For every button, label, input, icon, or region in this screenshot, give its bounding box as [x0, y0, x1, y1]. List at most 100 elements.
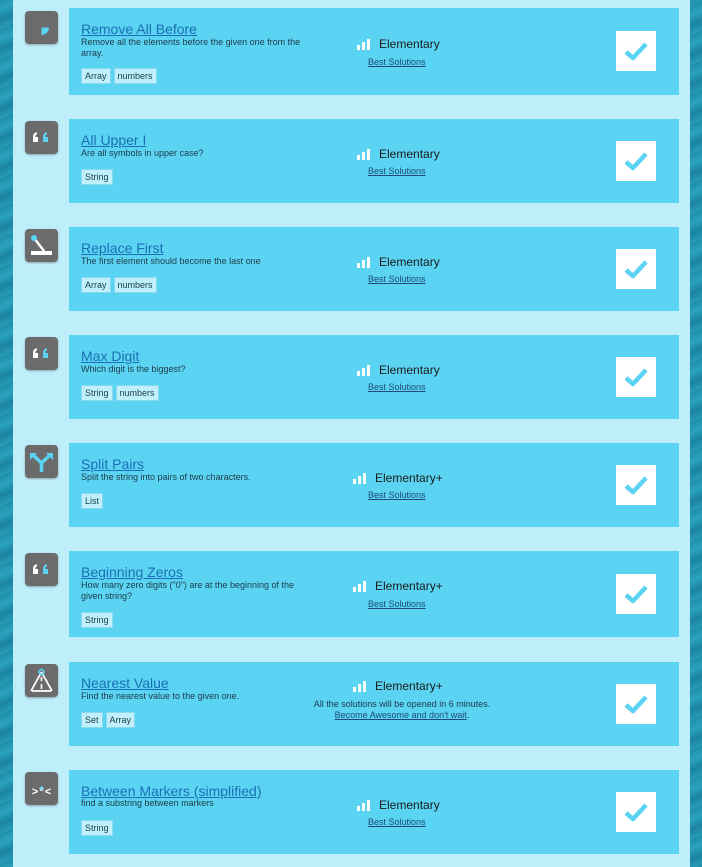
mission-card: Max Digit Which digit is the biggest? St… — [69, 335, 679, 419]
mission-title-link[interactable]: Replace First — [81, 240, 163, 256]
checkmark-icon — [624, 260, 648, 279]
quote-icon — [25, 337, 58, 370]
best-solutions-link[interactable]: Best Solutions — [368, 274, 426, 284]
tag-list: String — [81, 169, 113, 185]
tag-list: List — [81, 493, 104, 509]
tag[interactable]: Array — [81, 277, 111, 293]
tag-list: String numbers — [81, 385, 159, 401]
difficulty-level: Elementary+ — [353, 579, 443, 593]
solved-checkbox[interactable] — [616, 357, 656, 397]
tag-list: String — [81, 820, 113, 836]
mission-title-link[interactable]: Between Markers (simplified) — [81, 783, 262, 799]
solved-checkbox[interactable] — [616, 249, 656, 289]
mission-description: find a substring between markers — [81, 798, 214, 808]
difficulty-bars-icon — [353, 680, 366, 692]
solved-checkbox[interactable] — [616, 792, 656, 832]
difficulty-label: Elementary — [379, 255, 440, 269]
tag[interactable]: List — [81, 493, 104, 509]
best-solutions-link[interactable]: Best Solutions — [368, 599, 426, 609]
quote-icon — [25, 553, 58, 586]
checkmark-icon — [624, 368, 648, 387]
solved-checkbox[interactable] — [616, 465, 656, 505]
difficulty-label: Elementary — [379, 37, 440, 51]
mission-title-link[interactable]: Beginning Zeros — [81, 564, 183, 580]
tag-list: Array numbers — [81, 68, 157, 84]
solutions-notice: All the solutions will be opened in 6 mi… — [311, 699, 493, 721]
checkmark-icon — [624, 42, 648, 61]
difficulty-label: Elementary — [379, 798, 440, 812]
tag[interactable]: Array — [81, 68, 111, 84]
difficulty-level: Elementary — [357, 798, 440, 812]
solved-checkbox[interactable] — [616, 31, 656, 71]
best-solutions-link[interactable]: Best Solutions — [368, 166, 426, 176]
mission-description: Are all symbols in upper case? — [81, 148, 204, 158]
best-solutions-link[interactable]: Best Solutions — [368, 490, 426, 500]
mission-list: Remove All Before Remove all the element… — [13, 0, 690, 867]
checkmark-icon — [624, 695, 648, 714]
difficulty-label: Elementary+ — [375, 679, 443, 693]
difficulty-label: Elementary+ — [375, 471, 443, 485]
mission-title-link[interactable]: All Upper I — [81, 132, 146, 148]
difficulty-label: Elementary — [379, 147, 440, 161]
mission-description: Split the string into pairs of two chara… — [81, 472, 251, 482]
difficulty-level: Elementary — [357, 147, 440, 161]
lever-icon — [25, 229, 58, 262]
tag[interactable]: String — [81, 820, 113, 836]
difficulty-level: Elementary — [357, 363, 440, 377]
tag[interactable]: numbers — [113, 68, 157, 84]
checkmark-icon — [624, 476, 648, 495]
checkmark-icon — [624, 585, 648, 604]
mission-title-link[interactable]: Split Pairs — [81, 456, 144, 472]
mission-description: The first element should become the last… — [81, 256, 261, 266]
tag[interactable]: String — [81, 612, 113, 628]
tag-list: Array numbers — [81, 277, 157, 293]
difficulty-bars-icon — [357, 38, 370, 50]
mission-description: Which digit is the biggest? — [81, 364, 186, 374]
tag[interactable]: String — [81, 385, 113, 401]
mission-card: All Upper I Are all symbols in upper cas… — [69, 119, 679, 203]
tag-list: String — [81, 612, 113, 628]
mission-card: Between Markers (simplified) find a subs… — [69, 770, 679, 854]
fork-arrow-icon — [25, 445, 58, 478]
mission-title-link[interactable]: Max Digit — [81, 348, 139, 364]
solved-checkbox[interactable] — [616, 574, 656, 614]
become-awesome-link[interactable]: Become Awesome and don't wait — [335, 710, 467, 720]
best-solutions-link[interactable]: Best Solutions — [368, 57, 426, 67]
difficulty-level: Elementary+ — [353, 471, 443, 485]
tag[interactable]: Set — [81, 712, 103, 728]
difficulty-bars-icon — [353, 580, 366, 592]
difficulty-bars-icon — [357, 256, 370, 268]
mission-description: Remove all the elements before the given… — [81, 37, 301, 58]
difficulty-bars-icon — [357, 799, 370, 811]
checkmark-icon — [624, 803, 648, 822]
mission-title-link[interactable]: Nearest Value — [81, 675, 169, 691]
solved-checkbox[interactable] — [616, 141, 656, 181]
tag[interactable]: numbers — [115, 385, 159, 401]
tag-list: Set Array — [81, 712, 136, 728]
svg-text:*: * — [32, 786, 52, 798]
difficulty-bars-icon — [357, 364, 370, 376]
mission-card: Remove All Before Remove all the element… — [69, 8, 679, 95]
mission-card: Beginning Zeros How many zero digits ("0… — [69, 551, 679, 637]
markers-icon: >*< * — [25, 772, 58, 805]
mission-card: Replace First The first element should b… — [69, 227, 679, 311]
best-solutions-link[interactable]: Best Solutions — [368, 382, 426, 392]
pacman-icon — [25, 11, 58, 44]
mission-card: Split Pairs Split the string into pairs … — [69, 443, 679, 527]
difficulty-level: Elementary+ — [353, 679, 443, 693]
tag[interactable]: numbers — [113, 277, 157, 293]
notice-text: All the solutions will be opened in 6 mi… — [313, 699, 491, 709]
tag[interactable]: String — [81, 169, 113, 185]
checkmark-icon — [624, 152, 648, 171]
mission-card: Nearest Value Find the nearest value to … — [69, 662, 679, 746]
mission-description: How many zero digits ("0") are at the be… — [81, 580, 295, 601]
mission-description: Find the nearest value to the given one. — [81, 691, 240, 701]
difficulty-label: Elementary — [379, 363, 440, 377]
difficulty-level: Elementary — [357, 37, 440, 51]
mission-title-link[interactable]: Remove All Before — [81, 21, 197, 37]
road-icon — [25, 664, 58, 697]
tag[interactable]: Array — [105, 712, 136, 728]
difficulty-label: Elementary+ — [375, 579, 443, 593]
solved-checkbox[interactable] — [616, 684, 656, 724]
best-solutions-link[interactable]: Best Solutions — [368, 817, 426, 827]
